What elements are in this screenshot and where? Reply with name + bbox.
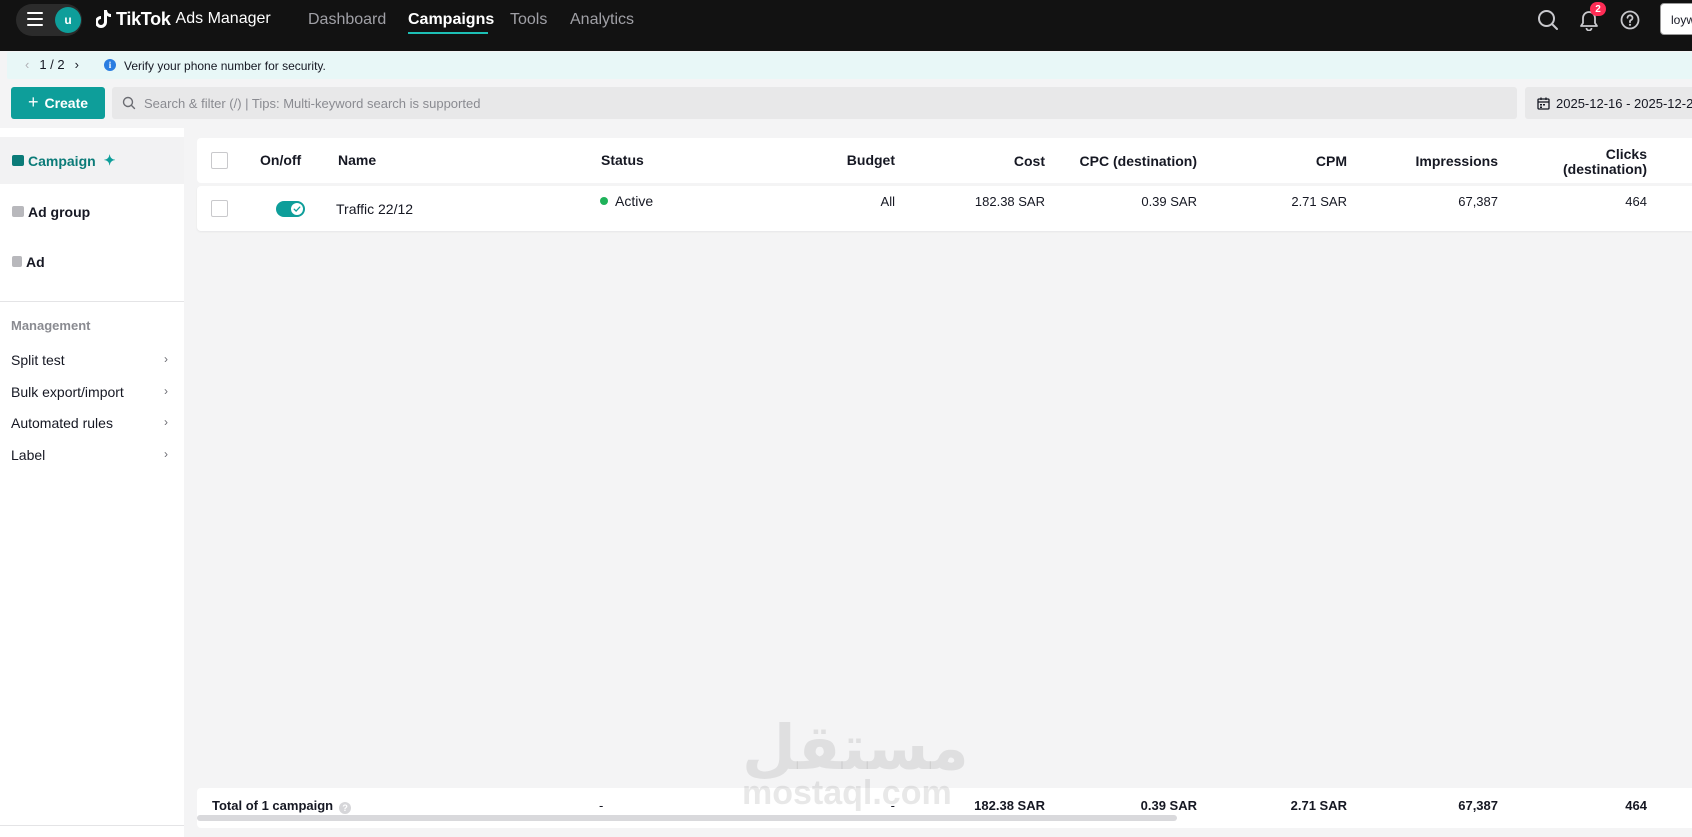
management-heading: Management [11, 318, 91, 333]
chevron-right-icon: › [164, 384, 168, 398]
chevron-left-icon[interactable]: ‹ [25, 57, 29, 72]
sidebar-bottom-divider [0, 825, 184, 826]
cost-cell: 182.38 SAR [974, 194, 1045, 209]
table-total-row: Total of 1 campaign? - - 182.38 SAR 0.39… [197, 788, 1692, 828]
table-row[interactable]: Traffic 22/12 Active All 182.38 SAR 0.39… [197, 186, 1692, 231]
search-filter-box[interactable] [112, 87, 1517, 119]
search-icon [122, 96, 136, 110]
total-label-text: Total of 1 campaign [212, 798, 334, 813]
status-text: Active [615, 193, 654, 209]
column-header-cost[interactable]: Cost [967, 153, 1045, 169]
nav-campaigns[interactable]: Campaigns [408, 11, 494, 29]
status-dot [600, 197, 608, 205]
date-range-picker[interactable]: 2025-12-16 - 2025-12-24 [1525, 87, 1692, 119]
horizontal-scrollbar[interactable] [197, 815, 1177, 821]
search-input[interactable] [142, 87, 1502, 119]
toggle-knob [291, 203, 303, 215]
column-header-name[interactable]: Name [338, 152, 376, 168]
calendar-icon [1537, 97, 1550, 110]
sidebar-item-label: Label [11, 447, 46, 463]
sidebar-item-label: Campaign [28, 152, 96, 169]
total-clicks: 464 [1625, 798, 1647, 813]
row-checkbox[interactable] [211, 200, 228, 217]
column-header-budget[interactable]: Budget [823, 152, 895, 168]
total-cpc: 0.39 SAR [1140, 798, 1197, 813]
notice-bar: ‹ 1 / 2 › i Verify your phone number for… [7, 52, 1692, 79]
nav-analytics[interactable]: Analytics [570, 11, 634, 29]
tiktok-note-icon [96, 10, 111, 28]
column-header-impressions[interactable]: Impressions [1377, 153, 1498, 169]
sidebar-item-ad-group[interactable]: Ad group [0, 188, 184, 235]
clicks-cell: 464 [1625, 194, 1647, 209]
sparkle-icon[interactable]: ✦ [104, 152, 116, 169]
notice-pager: ‹ 1 / 2 › [25, 57, 79, 72]
total-impressions: 67,387 [1458, 798, 1498, 813]
product-name: Ads Manager [175, 10, 271, 27]
watermark-arabic: مستقل [742, 711, 969, 784]
nav-tools[interactable]: Tools [510, 11, 547, 29]
sidebar-item-label: Ad group [28, 203, 91, 220]
cpm-cell: 2.71 SAR [1291, 194, 1347, 209]
total-cost: 182.38 SAR [974, 798, 1045, 813]
chevron-right-icon: › [164, 352, 168, 366]
total-status: - [599, 798, 604, 813]
nav-dashboard[interactable]: Dashboard [308, 11, 386, 29]
column-header-clicks-sub: (destination) [1563, 161, 1647, 177]
chevron-right-icon[interactable]: › [75, 57, 79, 72]
impressions-cell: 67,387 [1458, 194, 1498, 209]
check-icon [293, 206, 301, 213]
column-header-onoff[interactable]: On/off [260, 152, 301, 168]
create-button[interactable]: + Create [11, 87, 105, 119]
ad-group-icon [12, 206, 24, 217]
top-navigation-bar: u TikTok Ads Manager Dashboard Campaigns… [0, 0, 1692, 51]
search-icon[interactable] [1537, 9, 1559, 31]
column-header-clicks[interactable]: Clicks [1527, 146, 1647, 162]
sidebar-item-campaign[interactable]: Campaign ✦ [0, 137, 184, 184]
sidebar-item-label: Bulk export/import [11, 384, 124, 400]
pager-text: 1 / 2 [39, 57, 65, 72]
brand-name: TikTok [116, 8, 171, 29]
account-button[interactable]: loyw [1660, 3, 1692, 35]
plus-icon: + [27, 91, 39, 112]
campaign-toggle[interactable] [276, 201, 305, 217]
column-header-status[interactable]: Status [601, 152, 644, 168]
total-label: Total of 1 campaign? [212, 798, 352, 814]
sidebar-item-label-menu[interactable]: Label › [0, 441, 184, 469]
sidebar-item-ad[interactable]: Ad [0, 238, 184, 285]
active-tab-underline [408, 32, 488, 34]
date-range-text: 2025-12-16 - 2025-12-24 [1556, 95, 1692, 111]
tiktok-logo[interactable]: TikTok Ads Manager [96, 6, 271, 32]
select-all-checkbox[interactable] [211, 152, 228, 169]
create-label: Create [44, 95, 89, 111]
sidebar-item-label: Automated rules [11, 415, 113, 431]
status-badge: Active [600, 193, 653, 209]
chevron-right-icon: › [164, 415, 168, 429]
column-header-cpc[interactable]: CPC (destination) [1077, 153, 1197, 169]
sidebar-item-bulk-export-import[interactable]: Bulk export/import › [0, 378, 184, 406]
sidebar-item-label: Split test [11, 352, 65, 368]
table-header: On/off Name Status Budget Cost CPC (dest… [197, 138, 1692, 183]
sidebar-item-automated-rules[interactable]: Automated rules › [0, 409, 184, 437]
sidebar: Campaign ✦ Ad group Ad Management Split … [0, 128, 184, 837]
column-header-cpm[interactable]: CPM [1257, 153, 1347, 169]
folder-icon [12, 155, 24, 166]
campaign-name-link[interactable]: Traffic 22/12 [336, 201, 413, 217]
info-icon: i [104, 59, 116, 71]
total-budget: - [890, 798, 895, 813]
sidebar-item-label: Ad [26, 253, 45, 270]
help-icon[interactable] [1619, 9, 1641, 31]
avatar[interactable]: u [55, 7, 81, 33]
sidebar-item-split-test[interactable]: Split test › [0, 346, 184, 374]
notice-message[interactable]: Verify your phone number for security. [124, 59, 326, 73]
hamburger-menu-icon[interactable] [27, 12, 43, 26]
sidebar-divider [0, 301, 184, 302]
chevron-right-icon: › [164, 447, 168, 461]
budget-cell[interactable]: All [823, 194, 895, 209]
total-cpm: 2.71 SAR [1290, 798, 1347, 813]
notification-badge: 2 [1590, 2, 1606, 16]
cpc-cell: 0.39 SAR [1141, 194, 1197, 209]
help-icon[interactable]: ? [339, 802, 352, 814]
ad-icon [12, 256, 22, 267]
